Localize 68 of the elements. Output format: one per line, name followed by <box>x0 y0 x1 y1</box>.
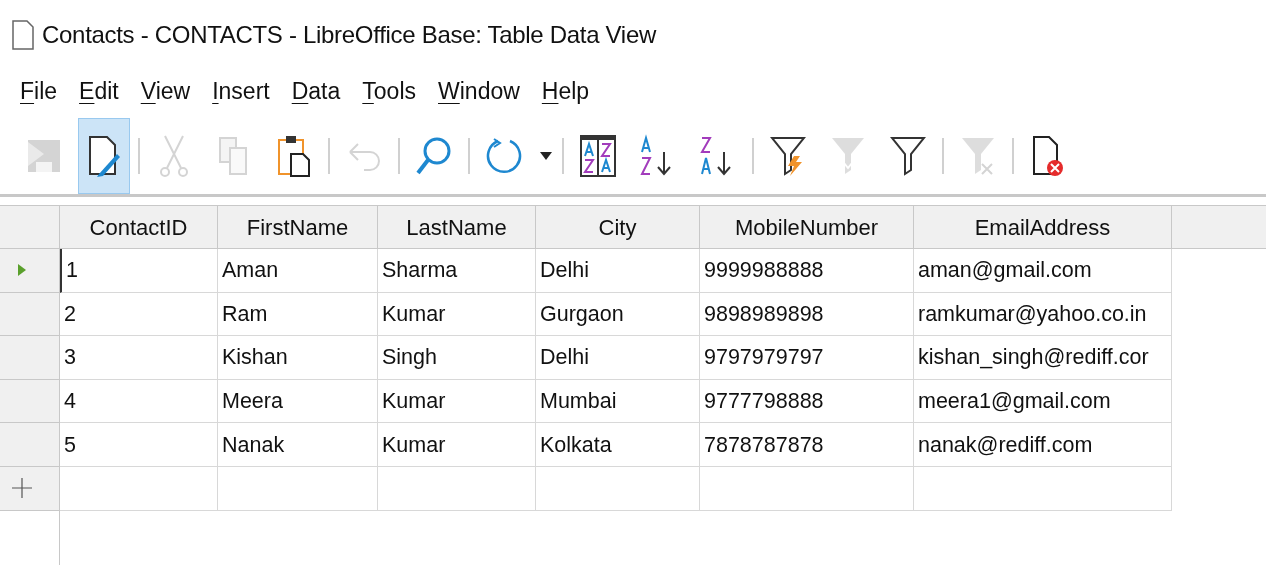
table-cell: Singh <box>378 336 536 380</box>
empty-cell[interactable] <box>536 466 700 511</box>
table-cell: Sharma <box>378 249 536 293</box>
menu-item[interactable]: View <box>130 73 201 109</box>
window-title: Contacts - CONTACTS - LibreOffice Base: Table Data View <box>42 20 656 50</box>
empty-cell[interactable] <box>700 466 914 511</box>
caret-icon <box>540 151 552 160</box>
row-header[interactable] <box>0 379 60 424</box>
row-header[interactable] <box>0 336 60 380</box>
menu-item[interactable]: Data <box>281 73 351 109</box>
menu-item[interactable]: Insert <box>202 73 280 109</box>
row-header[interactable] <box>0 466 60 511</box>
table-cell: 1 <box>60 249 218 293</box>
table-cell: 7878787878 <box>700 423 914 467</box>
table-cell: 5 <box>60 423 218 467</box>
column-header[interactable]: ContactID <box>60 206 218 249</box>
table-cell: Aman <box>218 249 378 293</box>
table-cell: Gurgaon <box>536 292 700 337</box>
toolbar-button[interactable] <box>78 117 130 194</box>
table-cell: 9777798888 <box>700 379 914 424</box>
document-delete-icon <box>1031 133 1065 178</box>
table-cell: ramkumar@yahoo.co.in <box>914 292 1172 337</box>
table-cell: 3 <box>60 336 218 380</box>
column-header[interactable]: FirstName <box>218 206 378 249</box>
table-cell: meera1@gmail.com <box>914 379 1172 424</box>
table-cell: Delhi <box>536 336 700 380</box>
document-pencil-icon <box>87 133 121 178</box>
table-cell: kishan_singh@rediff.cor <box>914 336 1172 380</box>
table-cell: Delhi <box>536 249 700 293</box>
empty-cell[interactable] <box>378 466 536 511</box>
table-cell: Kishan <box>218 336 378 380</box>
column-header[interactable]: MobileNumber <box>700 206 914 249</box>
table-cell: Kumar <box>378 292 536 337</box>
document-icon <box>12 20 34 50</box>
table-cell: Ram <box>218 292 378 337</box>
menu-item[interactable]: Edit <box>69 73 129 109</box>
table-cell: Kumar <box>378 423 536 467</box>
scissors-icon <box>157 133 191 178</box>
column-header[interactable]: City <box>536 206 700 249</box>
row-header[interactable] <box>0 423 60 467</box>
table-cell: Meera <box>218 379 378 424</box>
table-cell: nanak@rediff.com <box>914 423 1172 467</box>
table-cell: 2 <box>60 292 218 337</box>
copy-icon <box>218 135 250 176</box>
menu-item[interactable]: Tools <box>352 73 426 109</box>
table-cell: aman@gmail.com <box>914 249 1172 293</box>
column-header[interactable]: LastName <box>378 206 536 249</box>
clipboard-icon <box>277 133 311 178</box>
table-cell: Nanak <box>218 423 378 467</box>
plus-icon <box>12 478 32 499</box>
column-header[interactable]: EmailAddress <box>914 206 1172 249</box>
empty-cell[interactable] <box>914 466 1172 511</box>
menu-item[interactable]: File <box>10 73 68 109</box>
table-cell: Kolkata <box>536 423 700 467</box>
table-cell: 4 <box>60 379 218 424</box>
table-cell: Kumar <box>378 379 536 424</box>
row-header[interactable] <box>0 292 60 337</box>
current-row-arrow-icon <box>18 264 26 277</box>
menu-item[interactable]: Help <box>531 73 600 109</box>
table-cell: 9898989898 <box>700 292 914 337</box>
corner-header[interactable] <box>0 205 60 249</box>
sort-icon <box>580 133 616 178</box>
menu-item[interactable]: Window <box>428 73 530 109</box>
row-header[interactable] <box>0 249 60 293</box>
table-cell: 9797979797 <box>700 336 914 380</box>
table-cell: Mumbai <box>536 379 700 424</box>
empty-cell[interactable] <box>218 466 378 511</box>
table-cell: 9999988888 <box>700 249 914 293</box>
